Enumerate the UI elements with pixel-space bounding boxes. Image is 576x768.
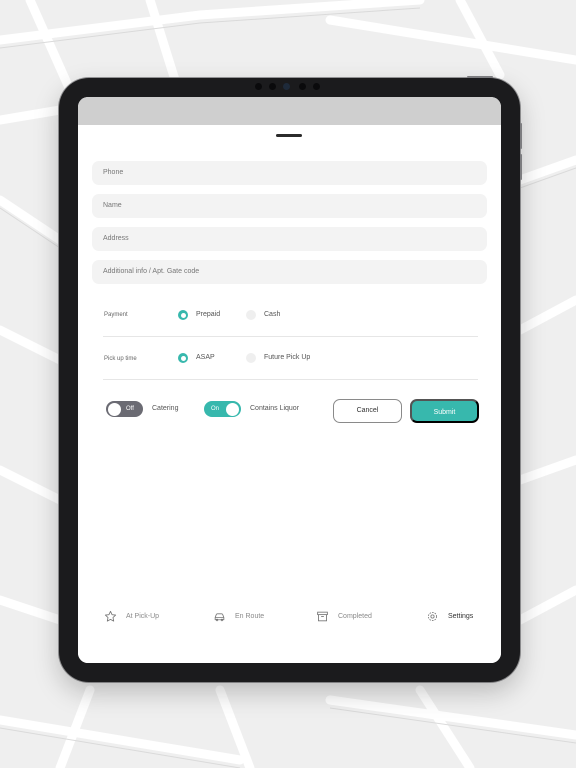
volume-down-button (520, 154, 522, 180)
payment-label: Payment (104, 312, 128, 318)
toggle-knob (108, 402, 121, 416)
pickup-time-label: Pick up time (104, 356, 137, 362)
contains-liquor-label: Contains Liquor (250, 405, 300, 412)
address-field[interactable]: Address (92, 227, 487, 251)
camera-bar (255, 83, 325, 91)
gear-icon (428, 611, 437, 621)
asap-radio[interactable] (178, 353, 188, 363)
tab-at-pick-up[interactable]: At Pick-Up (104, 608, 159, 624)
prepaid-label: Prepaid (196, 311, 221, 318)
tab-label: Completed (338, 612, 372, 620)
sensor-dot (299, 83, 306, 90)
tablet-screen: Phone Name Address Additional info / Apt… (78, 97, 501, 663)
tab-completed[interactable]: Completed (316, 608, 372, 624)
car-icon (214, 612, 225, 621)
phone-field[interactable]: Phone (92, 161, 487, 185)
power-button (467, 76, 493, 78)
background-window (78, 97, 501, 125)
tab-en-route[interactable]: En Route (213, 608, 264, 624)
cash-label: Cash (264, 311, 281, 318)
future-pickup-label: Future Pick Up (264, 354, 311, 361)
catering-toggle[interactable]: Off (106, 401, 143, 417)
contains-liquor-toggle[interactable]: On (204, 401, 241, 417)
sheet-grabber[interactable] (276, 134, 302, 137)
divider (103, 379, 478, 380)
liquor-toggle-state: On (211, 406, 220, 412)
tablet-frame: Phone Name Address Additional info / Apt… (59, 76, 522, 682)
volume-up-button (520, 123, 522, 149)
name-field[interactable]: Name (92, 194, 487, 218)
cash-radio[interactable] (246, 310, 256, 320)
prepaid-radio[interactable] (178, 310, 188, 320)
tab-label: At Pick-Up (126, 612, 160, 620)
sensor-dot (269, 83, 276, 90)
new-order-sheet: Phone Name Address Additional info / Apt… (78, 125, 501, 663)
star-icon (104, 610, 117, 622)
tab-label: Settings (448, 612, 474, 620)
tab-label: En Route (235, 612, 265, 620)
divider (103, 336, 478, 337)
future-pickup-radio[interactable] (246, 353, 256, 363)
sensor-dot (255, 83, 262, 90)
catering-label: Catering (152, 405, 179, 412)
asap-label: ASAP (196, 354, 215, 361)
front-camera (283, 83, 290, 90)
tab-settings[interactable]: Settings (426, 608, 473, 624)
archive-box-icon (317, 611, 328, 621)
catering-toggle-state: Off (126, 406, 134, 412)
sensor-dot (313, 83, 320, 90)
cancel-button[interactable]: Cancel (333, 399, 402, 423)
toggle-knob (226, 402, 239, 416)
additional-info-field[interactable]: Additional info / Apt. Gate code (92, 260, 487, 284)
submit-button[interactable]: Submit (410, 399, 479, 423)
